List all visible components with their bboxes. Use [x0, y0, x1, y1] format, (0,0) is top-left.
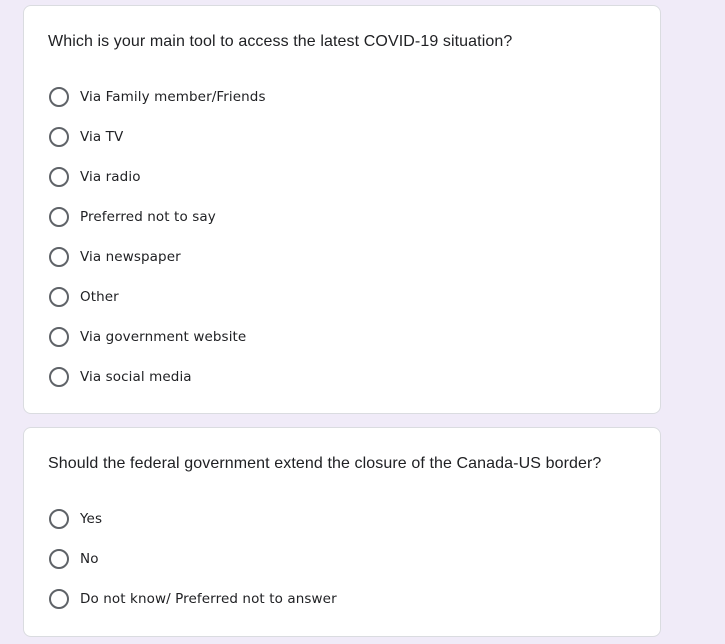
radio-option[interactable]: No	[48, 540, 660, 580]
radio-option[interactable]: Via social media	[48, 358, 660, 398]
radio-option[interactable]: Yes	[48, 500, 660, 540]
radio-option-label[interactable]: Via newspaper	[80, 249, 181, 265]
radio-unchecked-icon[interactable]	[49, 589, 69, 609]
radio-option-label[interactable]: No	[80, 551, 99, 567]
radio-option[interactable]: Preferred not to say	[48, 198, 660, 238]
radio-option[interactable]: Via radio	[48, 158, 660, 198]
radio-unchecked-icon[interactable]	[49, 287, 69, 307]
question-card-covid-info-source: Which is your main tool to access the la…	[23, 5, 661, 414]
radio-option-label[interactable]: Via TV	[80, 129, 123, 145]
radio-group: Yes No Do not know/ Preferred not to ans…	[48, 500, 660, 620]
question-title: Which is your main tool to access the la…	[48, 33, 513, 50]
radio-option[interactable]: Via newspaper	[48, 238, 660, 278]
radio-option[interactable]: Via Family member/Friends	[48, 78, 660, 118]
radio-option-label[interactable]: Preferred not to say	[80, 209, 216, 225]
radio-option-label[interactable]: Via radio	[80, 169, 141, 185]
radio-unchecked-icon[interactable]	[49, 127, 69, 147]
radio-unchecked-icon[interactable]	[49, 327, 69, 347]
radio-option-label[interactable]: Do not know/ Preferred not to answer	[80, 591, 337, 607]
radio-option-label[interactable]: Other	[80, 289, 119, 305]
radio-option[interactable]: Other	[48, 278, 660, 318]
radio-unchecked-icon[interactable]	[49, 367, 69, 387]
radio-unchecked-icon[interactable]	[49, 509, 69, 529]
radio-option-label[interactable]: Yes	[80, 511, 102, 527]
radio-option-label[interactable]: Via Family member/Friends	[80, 89, 266, 105]
radio-option-label[interactable]: Via government website	[80, 329, 246, 345]
radio-option[interactable]: Do not know/ Preferred not to answer	[48, 580, 660, 620]
radio-option[interactable]: Via TV	[48, 118, 660, 158]
radio-unchecked-icon[interactable]	[49, 549, 69, 569]
radio-group: Via Family member/Friends Via TV Via rad…	[48, 78, 660, 398]
question-title: Should the federal government extend the…	[48, 455, 602, 472]
radio-unchecked-icon[interactable]	[49, 87, 69, 107]
radio-option-label[interactable]: Via social media	[80, 369, 192, 385]
radio-unchecked-icon[interactable]	[49, 247, 69, 267]
radio-unchecked-icon[interactable]	[49, 207, 69, 227]
radio-unchecked-icon[interactable]	[49, 167, 69, 187]
question-card-border-closure: Should the federal government extend the…	[23, 427, 661, 637]
radio-option[interactable]: Via government website	[48, 318, 660, 358]
